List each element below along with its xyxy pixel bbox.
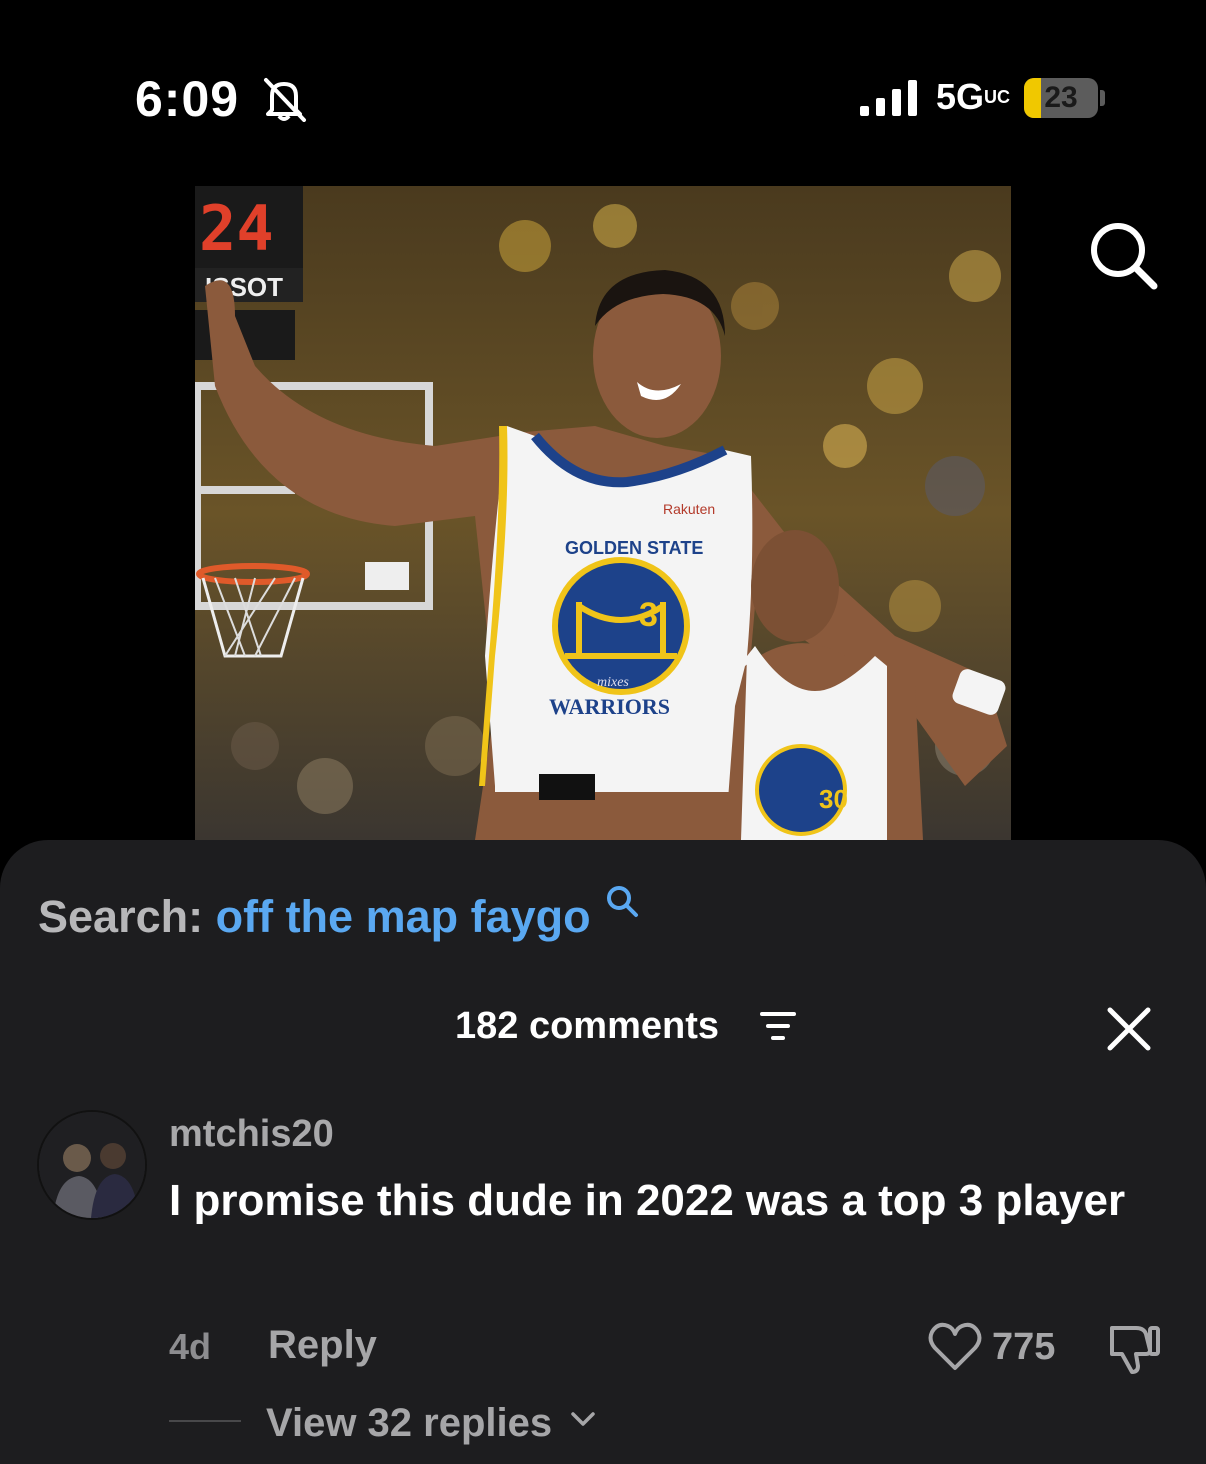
battery-cap (1100, 90, 1105, 106)
jersey-number-back: 30 (819, 784, 848, 814)
jersey-team-top: GOLDEN STATE (565, 538, 703, 558)
comment-username[interactable]: mtchis20 (169, 1113, 334, 1156)
avatar[interactable] (37, 1110, 147, 1220)
jersey-number-front: 3 (639, 596, 658, 634)
search-suggestion[interactable]: Search: off the map faygo (38, 884, 639, 943)
search-term[interactable]: off the map faygo (216, 891, 591, 942)
like-count: 775 (992, 1326, 1056, 1368)
search-icon[interactable] (1086, 218, 1160, 292)
status-bar: 6:09 5GUC 23 (0, 0, 1206, 180)
chevron-down-icon (571, 1412, 595, 1426)
jersey-sponsor: Rakuten (663, 501, 715, 517)
comments-sheet: Search: off the map faygo 182 comments m… (0, 840, 1206, 1464)
thumbs-down-icon[interactable] (1106, 1320, 1162, 1376)
bell-muted-icon (264, 78, 306, 122)
jersey-team-bottom: WARRIORS (549, 694, 670, 719)
close-icon[interactable] (1106, 1006, 1152, 1052)
comment-text: I promise this dude in 2022 was a top 3 … (169, 1176, 1126, 1225)
status-time: 6:09 (135, 71, 240, 127)
reply-button[interactable]: Reply (268, 1323, 377, 1368)
comments-count: 182 comments (455, 1005, 720, 1047)
battery-icon: 23 (1024, 78, 1098, 118)
avatar-image (39, 1112, 145, 1218)
video-watermark: mixes (597, 675, 629, 690)
comment-time: 4d (169, 1326, 212, 1367)
replies-divider (169, 1420, 241, 1422)
search-label: Search: (38, 891, 204, 942)
filter-icon[interactable] (760, 1010, 796, 1042)
search-icon (607, 886, 639, 917)
heart-icon[interactable] (928, 1322, 982, 1372)
network-type: 5GUC (936, 76, 1011, 117)
view-replies-button[interactable]: View 32 replies (266, 1401, 597, 1446)
signal-icon (860, 80, 917, 116)
video-player[interactable]: 24 ISSOT Rakuten 3 GOLDEN STATE WARRIORS… (195, 186, 1011, 840)
video-frame: 24 ISSOT Rakuten 3 GOLDEN STATE WARRIORS… (195, 186, 1011, 840)
battery-level: 23 (1044, 81, 1078, 114)
scoreboard-number: 24 (199, 192, 274, 265)
network-suffix: UC (984, 87, 1011, 107)
view-replies-label: View 32 replies (266, 1401, 553, 1445)
